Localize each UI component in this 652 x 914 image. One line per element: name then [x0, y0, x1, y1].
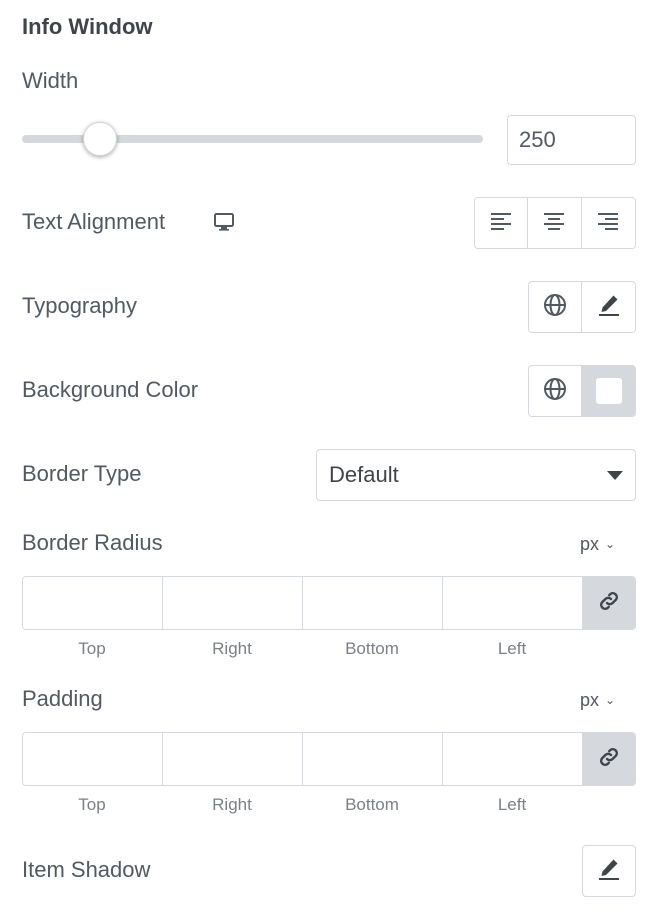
globe-icon — [543, 377, 567, 406]
pencil-icon — [597, 293, 621, 322]
align-right-icon — [597, 212, 619, 235]
align-center-icon — [543, 212, 565, 235]
padding-label: Padding — [22, 686, 103, 711]
side-label-left: Left — [497, 795, 527, 814]
typography-label: Typography — [22, 293, 137, 318]
typography-global-button[interactable] — [529, 282, 583, 332]
padding-top-input[interactable] — [23, 733, 163, 785]
side-label-right: Right — [212, 795, 252, 814]
text-alignment-label: Text Alignment — [22, 209, 166, 234]
border-radius-bottom-input[interactable] — [303, 577, 443, 629]
side-label-top: Top — [78, 639, 106, 658]
typography-edit-button[interactable] — [582, 282, 635, 332]
side-label-right: Right — [212, 639, 252, 658]
side-label-left: Left — [497, 639, 527, 658]
padding-bottom-input[interactable] — [303, 733, 443, 785]
background-color-controls — [528, 365, 636, 417]
border-radius-top-input[interactable] — [23, 577, 163, 629]
background-color-label: Background Color — [22, 377, 199, 402]
background-color-global-button[interactable] — [529, 366, 583, 416]
width-input[interactable]: 250 — [507, 115, 636, 165]
border-radius-link-button[interactable] — [583, 577, 635, 629]
border-radius-right-input[interactable] — [163, 577, 303, 629]
padding-inputs — [22, 732, 636, 786]
border-type-value: Default — [329, 462, 399, 487]
border-type-label: Border Type — [22, 461, 142, 486]
item-shadow-label: Item Shadow — [22, 857, 151, 882]
side-label-bottom: Bottom — [345, 639, 399, 658]
align-left-icon — [490, 212, 512, 235]
background-color-picker[interactable] — [582, 366, 635, 416]
link-icon — [597, 589, 621, 618]
typography-controls — [528, 281, 636, 333]
border-radius-label: Border Radius — [22, 530, 163, 555]
padding-left-input[interactable] — [443, 733, 583, 785]
padding-right-input[interactable] — [163, 733, 303, 785]
globe-icon — [543, 293, 567, 322]
border-radius-inputs — [22, 576, 636, 630]
item-shadow-edit-button[interactable] — [582, 845, 636, 897]
chevron-down-icon: ⌄ — [605, 693, 616, 707]
width-slider-handle[interactable] — [83, 122, 117, 156]
border-radius-unit-select[interactable]: px ⌄ — [580, 534, 615, 555]
link-icon — [597, 745, 621, 774]
text-alignment-group — [474, 197, 636, 249]
border-type-select[interactable]: Default — [316, 449, 636, 501]
chevron-down-icon: ⌄ — [605, 537, 616, 551]
color-swatch — [595, 378, 622, 404]
padding-link-button[interactable] — [583, 733, 635, 785]
section-title: Info Window — [22, 14, 153, 39]
border-radius-side-labels: Top Right Bottom Left — [22, 639, 582, 659]
caret-down-icon — [607, 471, 623, 480]
border-radius-unit: px — [580, 534, 600, 554]
pencil-icon — [597, 857, 621, 886]
align-left-button[interactable] — [475, 198, 529, 248]
padding-side-labels: Top Right Bottom Left — [22, 795, 582, 815]
side-label-bottom: Bottom — [345, 795, 399, 814]
align-right-button[interactable] — [581, 198, 635, 248]
padding-unit: px — [580, 690, 600, 710]
align-center-button[interactable] — [528, 198, 582, 248]
side-label-top: Top — [78, 795, 106, 814]
border-radius-left-input[interactable] — [443, 577, 583, 629]
width-label: Width — [22, 68, 79, 93]
desktop-icon[interactable] — [213, 212, 235, 237]
padding-unit-select[interactable]: px ⌄ — [580, 690, 615, 711]
